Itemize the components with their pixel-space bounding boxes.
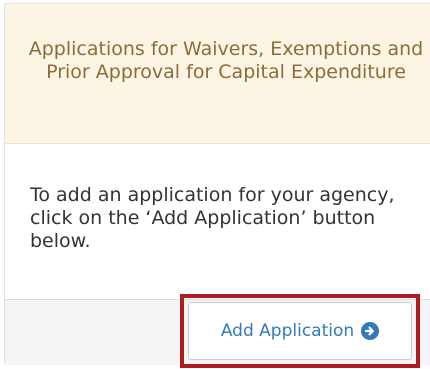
panel-header: Applications for Waivers, Exemptions and… xyxy=(5,4,430,144)
panel-title: Applications for Waivers, Exemptions and… xyxy=(28,38,424,83)
add-application-button[interactable]: Add Application xyxy=(188,302,412,360)
panel-body: To add an application for your agency, c… xyxy=(5,144,430,299)
instruction-text: To add an application for your agency, c… xyxy=(30,184,395,252)
add-application-label: Add Application xyxy=(220,321,355,341)
arrow-circle-right-icon xyxy=(361,322,380,340)
